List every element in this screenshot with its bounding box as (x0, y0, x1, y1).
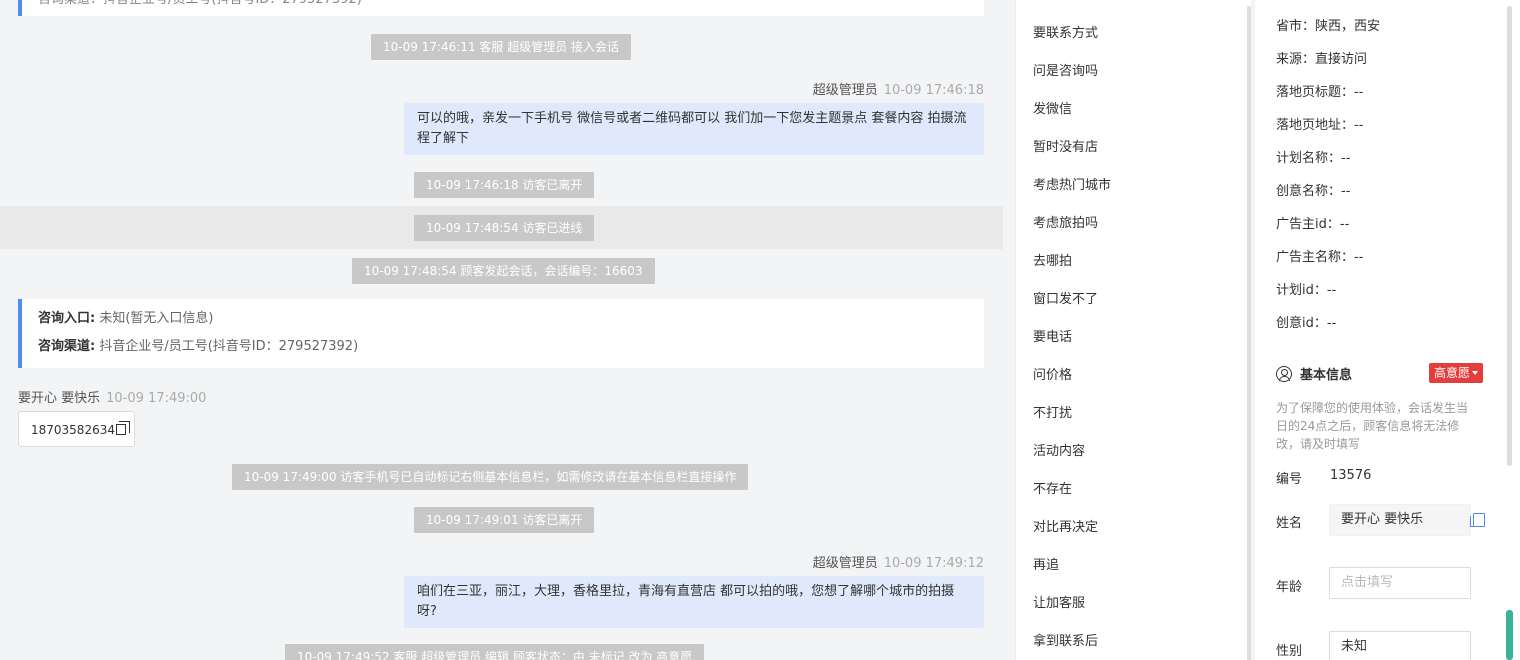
field-label: 落地页标题： (1276, 85, 1355, 100)
field-label: 创意id： (1276, 316, 1327, 331)
edit-notice: 为了保障您的使用体验，会话发生当日的24点之后，顾客信息将无法修改，请及时填写 (1276, 401, 1469, 451)
field-source: 来源：直接访问 (1276, 48, 1367, 67)
customer-info-panel: 省市：陕西，西安 来源：直接访问 落地页标题：-- 落地页地址：-- 计划名称：… (1255, 0, 1520, 660)
quick-reply-item[interactable]: 不打扰 (1033, 402, 1072, 421)
user-circle-icon (1276, 366, 1292, 382)
quick-reply-item[interactable]: 暂时没有店 (1033, 136, 1098, 155)
field-label: 广告主id： (1276, 217, 1340, 232)
agent-time: 10-09 17:46:18 (883, 83, 984, 98)
quick-reply-item[interactable]: 不存在 (1033, 478, 1072, 497)
gender-label: 性别 (1276, 644, 1303, 659)
intent-dropdown-label: 高意愿 (1434, 366, 1471, 380)
quick-reply-item[interactable]: 对比再决定 (1033, 516, 1098, 535)
agent-meta: 超级管理员 10-09 17:49:12 (813, 552, 984, 571)
system-event: 10-09 17:48:54 访客已进线 (414, 215, 595, 241)
field-value: -- (1354, 118, 1364, 133)
system-event: 10-09 17:49:01 访客已离开 (414, 507, 595, 533)
quick-reply-item[interactable]: 要联系方式 (1033, 22, 1098, 41)
system-event: 10-09 17:46:11 客服 超级管理员 接入会话 (371, 34, 632, 60)
system-event: 10-09 17:46:18 访客已离开 (414, 172, 595, 198)
consult-entry-line: 咨询入口: 未知(暂无入口信息) (38, 305, 968, 333)
quick-reply-item[interactable]: 要电话 (1033, 326, 1072, 345)
field-landing-url: 落地页地址：-- (1276, 114, 1363, 133)
consult-channel-label: 咨询渠道: (38, 339, 96, 354)
copy-icon[interactable] (115, 421, 130, 435)
visitor-time: 10-09 17:49:00 (106, 391, 207, 406)
agent-time: 10-09 17:49:12 (883, 556, 984, 571)
field-label: 广告主名称： (1276, 250, 1355, 265)
field-value: 直接访问 (1315, 52, 1368, 67)
intent-dropdown[interactable]: 高意愿 (1429, 363, 1484, 383)
field-value: -- (1341, 151, 1351, 166)
info-scrollbar-thumb[interactable] (1506, 610, 1513, 660)
visitor-meta: 要开心 要快乐 10-09 17:49:00 (18, 387, 206, 406)
agent-meta: 超级管理员 10-09 17:46:18 (813, 79, 984, 98)
quick-reply-item[interactable]: 让加客服 (1033, 592, 1085, 611)
field-value: 陕西，西安 (1315, 19, 1381, 34)
quick-reply-item[interactable]: 考虑旅拍吗 (1033, 212, 1098, 231)
quick-reply-item[interactable]: 考虑热门城市 (1033, 174, 1111, 193)
quick-reply-panel[interactable]: 要联系方式 问是咨询吗 发微信 暂时没有店 考虑热门城市 考虑旅拍吗 去哪拍 窗… (1015, 0, 1251, 660)
field-advertiser-id: 广告主id：-- (1276, 213, 1349, 232)
name-label: 姓名 (1276, 516, 1303, 531)
visitor-name: 要开心 要快乐 (18, 391, 101, 406)
field-label: 计划id： (1276, 283, 1327, 298)
system-event: 10-09 17:48:54 顾客发起会话，会话编号：16603 (352, 258, 655, 284)
field-plan-id: 计划id：-- (1276, 279, 1336, 298)
basic-info-title-text: 基本信息 (1300, 368, 1353, 383)
quick-reply-item[interactable]: 窗口发不了 (1033, 288, 1098, 307)
quick-reply-item[interactable]: 拿到联系后 (1033, 630, 1098, 649)
name-field[interactable]: 要开心 要快乐 (1329, 504, 1471, 536)
field-value: -- (1326, 283, 1337, 298)
field-advertiser-name: 广告主名称：-- (1276, 246, 1363, 265)
quick-reply-scrollbar[interactable] (1247, 6, 1251, 660)
visitor-phone-text: 18703582634 (31, 423, 115, 437)
quick-reply-item[interactable]: 活动内容 (1033, 440, 1085, 459)
quick-reply-item[interactable]: 再追 (1033, 554, 1059, 573)
quick-reply-item[interactable]: 发微信 (1033, 98, 1072, 117)
quick-reply-item[interactable]: 问是咨询吗 (1033, 60, 1098, 79)
system-event: 10-09 17:49:00 访客手机号已自动标记右侧基本信息栏，如需修改请在基… (232, 464, 749, 490)
info-card-partial: 咨询渠道：抖音企业号/员工号(抖音号ID：279527392) (18, 0, 984, 16)
field-plan-name: 计划名称：-- (1276, 147, 1350, 166)
field-value: -- (1326, 316, 1337, 331)
field-label: 省市： (1276, 19, 1316, 34)
field-value: -- (1341, 184, 1351, 199)
consult-entry-label: 咨询入口: (38, 311, 96, 326)
visitor-phone-message[interactable]: 18703582634 (18, 411, 135, 447)
agent-name: 超级管理员 (812, 83, 878, 98)
id-value: 13576 (1330, 468, 1372, 483)
field-label: 落地页地址： (1276, 118, 1355, 133)
field-label: 来源： (1276, 52, 1316, 67)
consult-info-card: 咨询入口: 未知(暂无入口信息) 咨询渠道: 抖音企业号/员工号(抖音号ID：2… (18, 299, 984, 368)
copy-icon[interactable] (1470, 513, 1485, 527)
agent-name: 超级管理员 (812, 556, 878, 571)
field-label: 创意名称： (1276, 184, 1342, 199)
id-label: 编号 (1276, 472, 1303, 487)
agent-message-bubble[interactable]: 咱们在三亚，丽江，大理，香格里拉，青海有直营店 都可以拍的哦，您想了解哪个城市的… (404, 576, 984, 628)
field-label: 计划名称： (1276, 151, 1342, 166)
system-event: 10-09 17:49:52 客服 超级管理员 编辑 顾客状态：由 未标记 改为… (285, 644, 705, 660)
field-creative-id: 创意id：-- (1276, 312, 1336, 331)
field-value: -- (1339, 217, 1350, 232)
info-scrollbar[interactable] (1507, 6, 1512, 466)
basic-info-title: 基本信息 (1276, 364, 1352, 383)
field-value: -- (1354, 85, 1364, 100)
field-province: 省市：陕西，西安 (1276, 15, 1380, 34)
consult-channel-value: 抖音企业号/员工号(抖音号ID：279527392) (99, 339, 359, 354)
quick-reply-item[interactable]: 去哪拍 (1033, 250, 1072, 269)
age-label: 年龄 (1276, 580, 1303, 595)
field-value: -- (1354, 250, 1364, 265)
quick-reply-item[interactable]: 问价格 (1033, 364, 1072, 383)
field-landing-title: 落地页标题：-- (1276, 81, 1363, 100)
agent-message-bubble[interactable]: 可以的哦，亲发一下手机号 微信号或者二维码都可以 我们加一下您发主题景点 套餐内… (404, 103, 984, 155)
chat-pane[interactable]: 咨询渠道：抖音企业号/员工号(抖音号ID：279527392) 10-09 17… (0, 0, 1003, 660)
gender-select[interactable]: 未知 (1329, 631, 1471, 660)
consult-entry-value: 未知(暂无入口信息) (99, 311, 214, 326)
info-card-partial-text: 咨询渠道：抖音企业号/员工号(抖音号ID：279527392) (38, 0, 968, 14)
caret-down-icon (1472, 371, 1479, 375)
age-input[interactable]: 点击填写 (1329, 567, 1471, 599)
field-creative-name: 创意名称：-- (1276, 180, 1350, 199)
consult-channel-line: 咨询渠道: 抖音企业号/员工号(抖音号ID：279527392) (38, 333, 968, 361)
